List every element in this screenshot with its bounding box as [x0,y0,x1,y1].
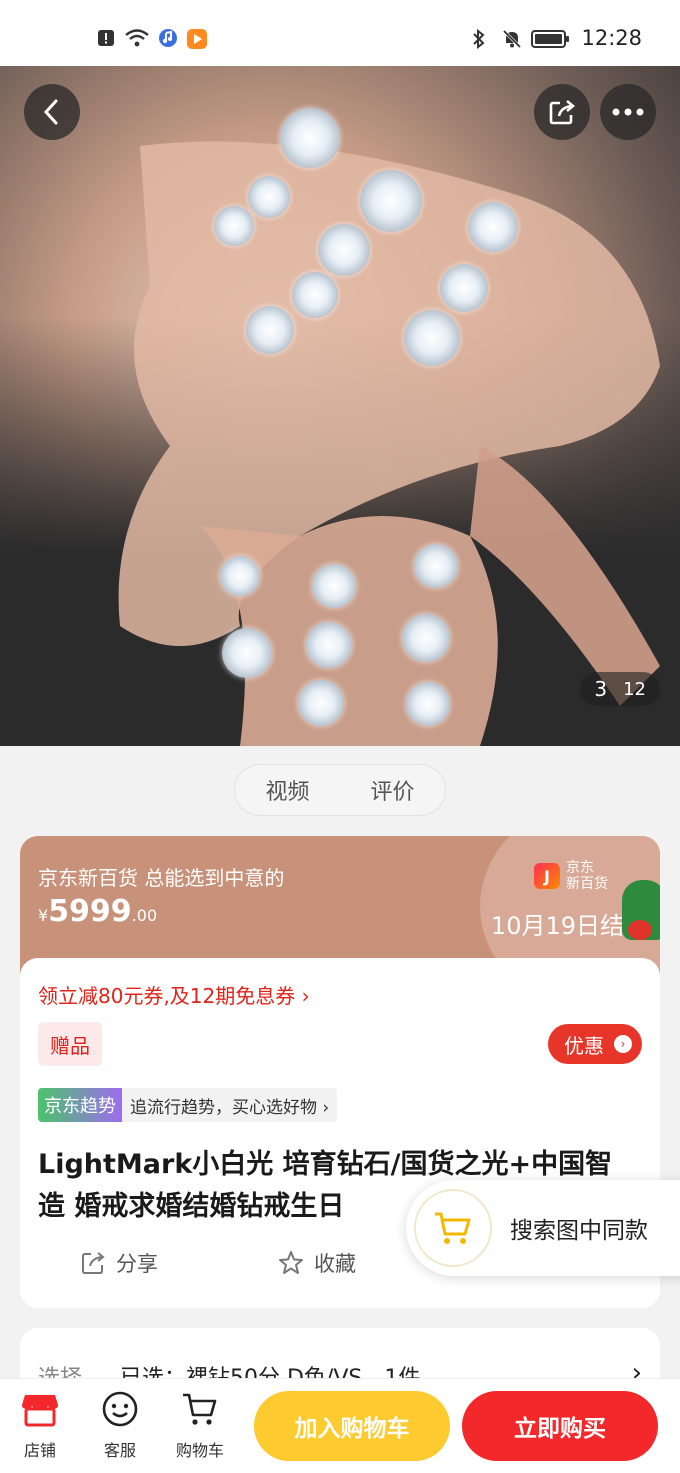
buy-now-button[interactable]: 立即购买 [462,1391,658,1461]
trend-banner[interactable]: 京东趋势 追流行趋势，买心选好物 › [38,1088,338,1122]
ring [402,614,450,662]
favorite-action[interactable]: 收藏 [278,1248,356,1278]
ring [280,108,340,168]
image-counter: 3 12 [580,672,660,706]
share-action[interactable]: 分享 [80,1248,158,1278]
price: ¥5999.00 [38,894,157,929]
ring [318,224,370,276]
cart-label: 购物车 [175,1441,224,1460]
promo-button[interactable]: 优惠 › [548,1024,642,1064]
ring [220,556,260,596]
ring [306,622,352,668]
image-counter-current: 3 [594,677,608,701]
favorite-label: 收藏 [314,1252,356,1276]
price-decimal: .00 [131,906,158,925]
service-icon [100,1389,140,1429]
chevron-left-icon [43,99,58,125]
cart-button[interactable]: 购物车 [170,1389,230,1461]
logo-line1: 京东 [566,860,594,876]
ring [292,272,338,318]
tab-reviews[interactable]: 评价 [370,774,414,806]
shopping-cart-icon [435,1212,471,1244]
store-icon [20,1389,60,1429]
bottom-action-bar: 店铺 客服 购物车 加入购物车 立即购买 [0,1378,680,1473]
more-button[interactable] [600,84,656,140]
ring [468,202,518,252]
share-icon [82,1252,105,1274]
search-similar-label: 搜索图中同款 [510,1218,648,1244]
price-banner: 京东新百货 总能选到中意的 ¥5999.00 J 京东 新百货 10月19日结束 [20,836,660,976]
logo-line2: 新百货 [566,876,608,892]
share-label: 分享 [116,1252,158,1276]
alert-icon [96,28,116,48]
ring [414,544,458,588]
product-actions: 分享 收藏 [80,1248,356,1278]
customer-service-button[interactable]: 客服 [90,1389,150,1461]
store-label: 店铺 [23,1441,56,1460]
media-tabs: 视频 评价 [234,764,446,816]
jd-logo-icon: J [534,863,560,889]
mute-icon [501,28,522,49]
cart-circle [414,1189,492,1267]
ring [222,628,272,678]
logo-text: 京东 新百货 [566,860,608,892]
ring [248,176,290,218]
product-image-gallery[interactable]: 3 12 [0,66,680,746]
coupon-link[interactable]: 领立减80元券,及12期免息券 › [38,980,310,1009]
jd-department-store-logo: J 京东 新百货 [534,860,608,892]
back-button[interactable] [24,84,80,140]
chevron-right-icon: › [614,1035,632,1053]
ring [312,564,356,608]
ring [404,310,460,366]
wifi-icon [124,28,150,48]
product-page: 12:28 3 12 视频 评价 京东新百货 总能选到中意的 ¥5999.00 … [0,0,680,1473]
more-icon [612,108,644,116]
tab-video[interactable]: 视频 [265,774,309,806]
ring [406,682,450,726]
add-to-cart-button[interactable]: 加入购物车 [254,1391,450,1461]
search-similar-button[interactable]: 搜索图中同款 [406,1180,680,1276]
clock: 12:28 [581,26,642,50]
ring [246,306,294,354]
gift-badge[interactable]: 赠品 [38,1022,102,1066]
battery-icon [531,28,571,48]
trend-tag: 京东趋势 [38,1088,122,1122]
ring [440,264,488,312]
banner-slogan: 京东新百货 总能选到中意的 [38,866,285,890]
share-icon [549,100,576,125]
service-label: 客服 [103,1441,136,1460]
bluetooth-icon [471,28,491,50]
ring [298,680,344,726]
mascot-icon [622,880,660,940]
video-app-icon [186,28,207,49]
image-counter-total: 12 [623,678,646,700]
star-icon [279,1251,303,1274]
status-bar: 12:28 [0,0,680,66]
ring [214,206,254,246]
cart-icon [180,1389,220,1429]
share-button[interactable] [534,84,590,140]
ring [360,170,422,232]
promo-label: 优惠 [564,1033,604,1058]
store-button[interactable]: 店铺 [10,1389,70,1461]
price-currency: ¥ [38,906,49,925]
price-integer: 5999 [48,894,132,929]
trend-text: 追流行趋势，买心选好物 › [130,1097,330,1118]
music-app-icon [158,28,178,48]
